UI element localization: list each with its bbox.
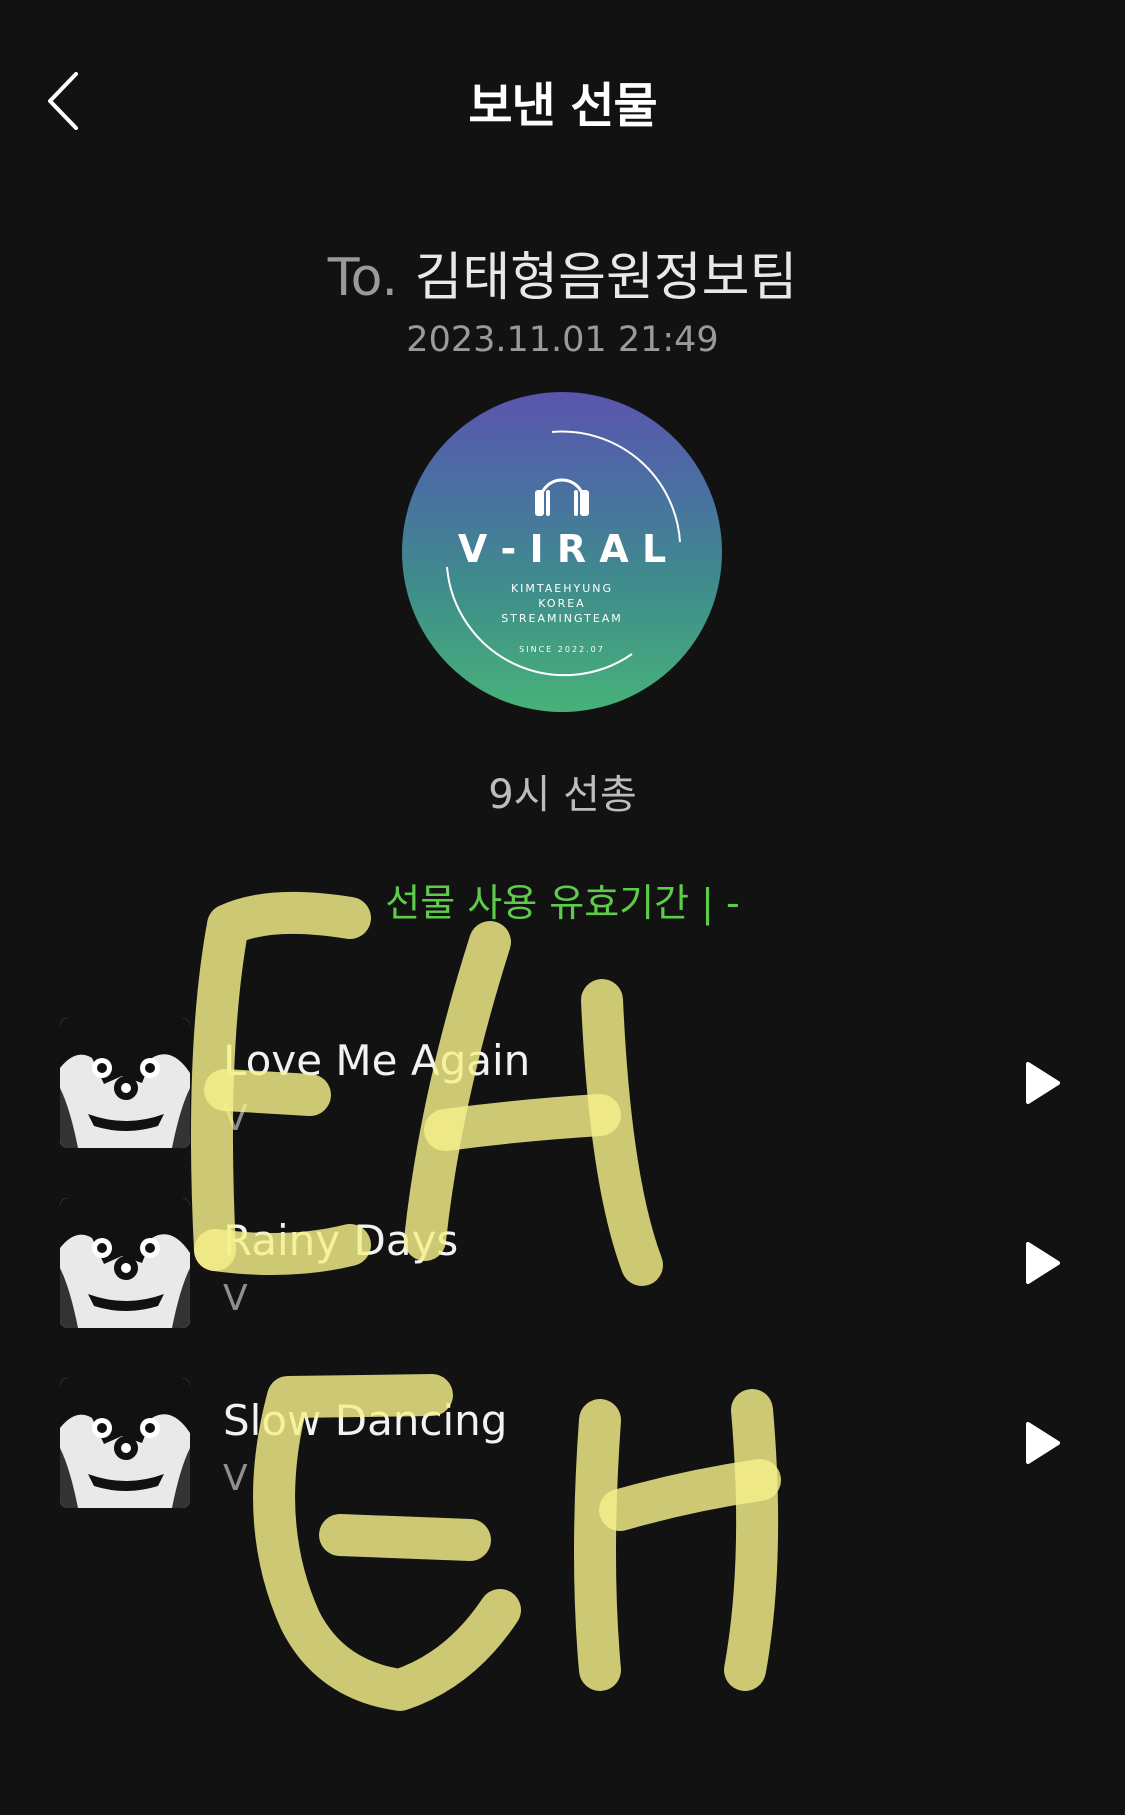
play-icon bbox=[1026, 1422, 1060, 1464]
cover-line-2: KOREA bbox=[538, 597, 585, 610]
play-button[interactable] bbox=[1022, 1420, 1062, 1466]
play-icon bbox=[1026, 1242, 1060, 1284]
track-row[interactable]: Rainy Days V bbox=[60, 1198, 1070, 1328]
track-row[interactable]: Slow Dancing V bbox=[60, 1378, 1070, 1508]
track-artist: V bbox=[223, 1278, 248, 1319]
gift-cover-image: V - I R A L KIMTAEHYUNG KOREA STREAMINGT… bbox=[402, 392, 722, 712]
play-button[interactable] bbox=[1022, 1240, 1062, 1286]
album-thumbnail bbox=[60, 1018, 190, 1148]
track-title: Love Me Again bbox=[223, 1036, 531, 1085]
sent-datetime: 2023.11.01 21:49 bbox=[406, 320, 719, 360]
viral-logo: V - I R A L KIMTAEHYUNG KOREA STREAMINGT… bbox=[446, 430, 681, 677]
cover-since: SINCE 2022.07 bbox=[519, 645, 605, 654]
page-title: 보낸 선물 bbox=[468, 78, 657, 134]
headphones-icon bbox=[535, 478, 589, 516]
cover-line-3: STREAMINGTEAM bbox=[501, 612, 623, 625]
cover-title: V - I R A L bbox=[458, 527, 666, 571]
track-artist: V bbox=[223, 1098, 248, 1139]
gift-message: 9시 선총 bbox=[488, 772, 637, 818]
recipient-name: 김태형음원정보팀 bbox=[414, 248, 798, 308]
cover-line-1: KIMTAEHYUNG bbox=[511, 582, 613, 595]
track-artist: V bbox=[223, 1458, 248, 1499]
track-title: Slow Dancing bbox=[223, 1396, 508, 1445]
album-thumbnail bbox=[60, 1198, 190, 1328]
track-title: Rainy Days bbox=[223, 1216, 459, 1265]
play-icon bbox=[1026, 1062, 1060, 1104]
to-prefix: To. bbox=[327, 248, 399, 308]
track-row[interactable]: Love Me Again V bbox=[60, 1018, 1070, 1148]
validity-label: 선물 사용 유효기간 | - bbox=[385, 881, 740, 925]
recipient-line: To. 김태형음원정보팀 bbox=[0, 235, 1125, 310]
play-button[interactable] bbox=[1022, 1060, 1062, 1106]
album-thumbnail bbox=[60, 1378, 190, 1508]
